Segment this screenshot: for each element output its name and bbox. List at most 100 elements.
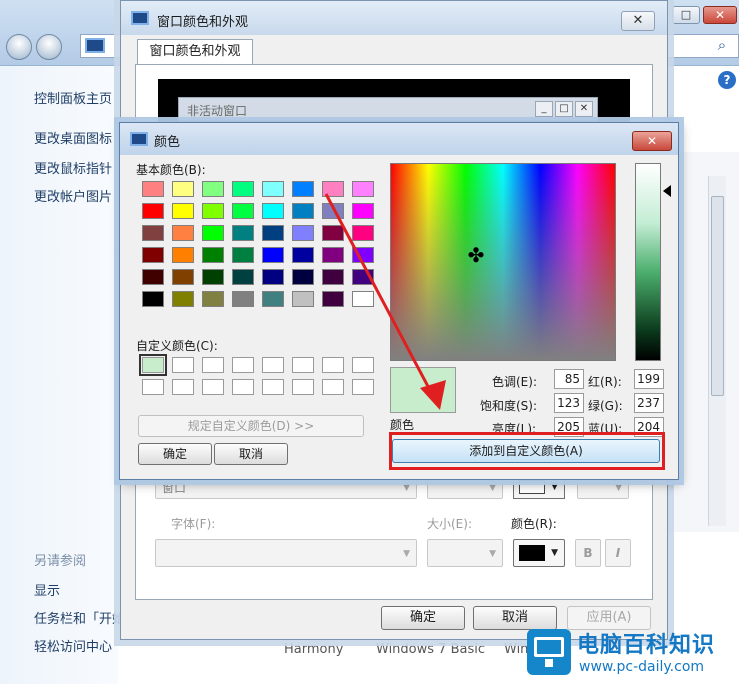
basic-color-swatch[interactable] (262, 247, 284, 263)
custom-color-swatch[interactable] (322, 379, 344, 395)
basic-color-swatch[interactable] (202, 291, 224, 307)
help-icon[interactable]: ? (718, 71, 736, 89)
basic-color-swatch[interactable] (172, 247, 194, 263)
theme-label-harmony[interactable]: Harmony (284, 642, 343, 657)
basic-color-swatch[interactable] (262, 225, 284, 241)
basic-color-swatch[interactable] (142, 247, 164, 263)
red-input[interactable]: 199 (634, 369, 664, 389)
basic-color-swatch[interactable] (322, 291, 344, 307)
basic-color-swatch[interactable] (172, 269, 194, 285)
basic-color-swatch[interactable] (232, 269, 254, 285)
see-also-ease-of-access[interactable]: 轻松访问中心 (34, 636, 112, 655)
back-button[interactable] (6, 34, 32, 60)
custom-color-swatch[interactable] (172, 379, 194, 395)
basic-color-swatch[interactable] (142, 291, 164, 307)
maximize-button[interactable]: □ (672, 6, 700, 24)
basic-color-swatch[interactable] (172, 291, 194, 307)
basic-color-swatch[interactable] (352, 203, 374, 219)
basic-color-swatch[interactable] (322, 225, 344, 241)
basic-color-swatch[interactable] (172, 203, 194, 219)
color-ok-button[interactable]: 确定 (138, 443, 212, 465)
italic-button[interactable]: I (605, 539, 631, 567)
basic-color-swatch[interactable] (202, 225, 224, 241)
custom-color-swatch[interactable] (322, 357, 344, 373)
dialog-close-button[interactable]: ✕ (621, 11, 655, 31)
basic-color-swatch[interactable] (322, 247, 344, 263)
inactive-window-preview[interactable]: 非活动窗口 _ □ ✕ (178, 97, 598, 121)
basic-color-swatch[interactable] (292, 269, 314, 285)
luminance-arrow-icon[interactable] (663, 185, 671, 197)
vertical-scrollbar[interactable] (708, 176, 726, 526)
basic-color-swatch[interactable] (142, 269, 164, 285)
basic-color-swatch[interactable] (232, 181, 254, 197)
color-cancel-button[interactable]: 取消 (214, 443, 288, 465)
custom-color-swatch[interactable] (262, 379, 284, 395)
scrollbar-thumb[interactable] (711, 196, 724, 396)
basic-color-swatch[interactable] (142, 181, 164, 197)
sidebar-link-home[interactable]: 控制面板主页 (34, 88, 112, 107)
color-dialog-close-button[interactable]: ✕ (632, 131, 672, 151)
appearance-preview[interactable]: 非活动窗口 _ □ ✕ (158, 79, 630, 123)
basic-color-swatch[interactable] (202, 269, 224, 285)
basic-color-swatch[interactable] (262, 203, 284, 219)
bold-button[interactable]: B (575, 539, 601, 567)
sidebar-link-desktop-icons[interactable]: 更改桌面图标 (34, 128, 112, 147)
green-input[interactable]: 237 (634, 393, 664, 413)
basic-color-swatch[interactable] (232, 225, 254, 241)
basic-color-swatch[interactable] (352, 247, 374, 263)
basic-color-swatch[interactable] (262, 181, 284, 197)
basic-color-swatch[interactable] (202, 203, 224, 219)
basic-color-swatch[interactable] (172, 225, 194, 241)
custom-color-swatch[interactable] (142, 379, 164, 395)
basic-color-swatch[interactable] (172, 181, 194, 197)
custom-color-swatch[interactable] (292, 357, 314, 373)
custom-color-swatch[interactable] (202, 379, 224, 395)
define-custom-colors-button[interactable]: 规定自定义颜色(D) >> (138, 415, 364, 437)
font-color-button[interactable]: ▼ (513, 539, 565, 567)
sidebar-link-mouse-pointer[interactable]: 更改鼠标指针 (34, 158, 112, 177)
basic-color-swatch[interactable] (292, 247, 314, 263)
basic-color-swatch[interactable] (262, 291, 284, 307)
basic-color-swatch[interactable] (292, 291, 314, 307)
custom-color-swatch[interactable] (262, 357, 284, 373)
size-select[interactable]: ▼ (427, 539, 503, 567)
basic-color-swatch[interactable] (202, 181, 224, 197)
tab-window-color[interactable]: 窗口颜色和外观 (137, 39, 253, 65)
forward-button[interactable] (36, 34, 62, 60)
ok-button[interactable]: 确定 (381, 606, 465, 630)
luminance-slider[interactable] (635, 163, 661, 361)
custom-color-swatch[interactable] (232, 357, 254, 373)
basic-color-swatch[interactable] (322, 181, 344, 197)
custom-color-swatch[interactable] (232, 379, 254, 395)
sidebar-link-account-picture[interactable]: 更改帐户图片 (34, 186, 112, 205)
basic-color-swatch[interactable] (352, 181, 374, 197)
theme-label-basic[interactable]: Windows 7 Basic (376, 642, 485, 657)
custom-color-swatch[interactable] (352, 357, 374, 373)
custom-color-swatch[interactable] (139, 354, 167, 376)
basic-color-swatch[interactable] (202, 247, 224, 263)
custom-color-swatch[interactable] (352, 379, 374, 395)
basic-color-swatch[interactable] (292, 181, 314, 197)
basic-color-swatch[interactable] (232, 291, 254, 307)
basic-color-swatch[interactable] (292, 225, 314, 241)
custom-color-swatch[interactable] (292, 379, 314, 395)
custom-color-swatch[interactable] (172, 357, 194, 373)
basic-color-swatch[interactable] (352, 269, 374, 285)
basic-color-swatch[interactable] (232, 247, 254, 263)
hue-input[interactable]: 85 (554, 369, 584, 389)
see-also-display[interactable]: 显示 (34, 580, 60, 599)
basic-color-swatch[interactable] (352, 225, 374, 241)
basic-color-swatch[interactable] (292, 203, 314, 219)
basic-color-swatch[interactable] (352, 291, 374, 307)
basic-color-swatch[interactable] (262, 269, 284, 285)
basic-color-swatch[interactable] (322, 269, 344, 285)
close-button[interactable]: ✕ (703, 6, 737, 24)
font-select[interactable]: ▼ (155, 539, 417, 567)
color-spectrum[interactable]: ✤ (390, 163, 616, 361)
custom-color-swatch[interactable] (202, 357, 224, 373)
saturation-input[interactable]: 123 (554, 393, 584, 413)
basic-color-swatch[interactable] (142, 225, 164, 241)
basic-color-swatch[interactable] (322, 203, 344, 219)
search-icon[interactable]: ⌕ (713, 36, 731, 54)
basic-color-swatch[interactable] (232, 203, 254, 219)
